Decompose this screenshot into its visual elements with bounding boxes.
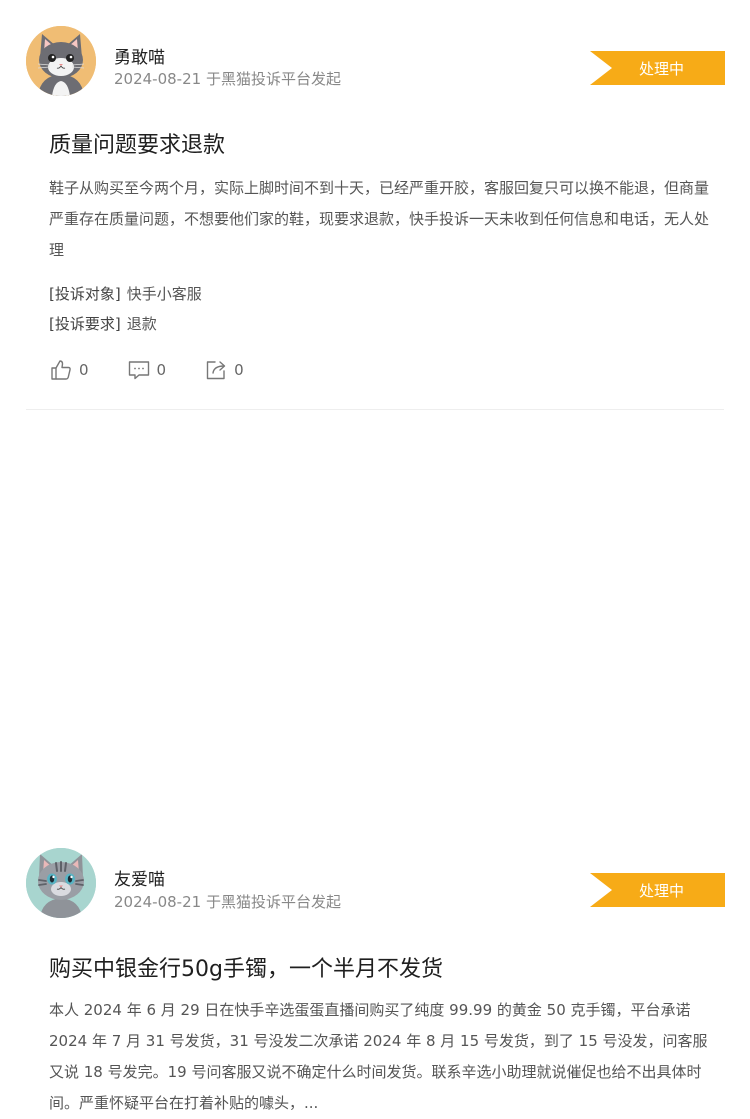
post-title[interactable]: 购买中银金行50g手镯，一个半月不发货 — [49, 951, 443, 983]
avatar[interactable] — [26, 848, 96, 918]
complaint-request-value: 退款 — [126, 315, 157, 333]
complaint-card[interactable]: 勇敢喵 2024-08-21 于黑猫投诉平台发起 处理中 质量问题要求退款 鞋子… — [0, 0, 750, 410]
post-meta: 2024-08-21 于黑猫投诉平台发起 — [114, 893, 341, 911]
complaint-request-label: [投诉要求] — [49, 315, 121, 333]
post-body[interactable]: 本人 2024 年 6 月 29 日在快手辛选蛋蛋直播间购买了纯度 99.99 … — [49, 995, 711, 1119]
status-badge: 处理中 — [590, 873, 725, 907]
complaint-card[interactable]: 友爱喵 2024-08-21 于黑猫投诉平台发起 处理中 购买中银金行50g手镯… — [0, 410, 750, 1112]
like-button[interactable]: 0 — [49, 358, 89, 382]
avatar[interactable] — [26, 26, 96, 96]
share-icon — [206, 361, 226, 380]
comment-icon — [128, 361, 149, 380]
post-title[interactable]: 质量问题要求退款 — [49, 127, 225, 159]
complaint-target-label: [投诉对象] — [49, 285, 121, 303]
post-meta: 2024-08-21 于黑猫投诉平台发起 — [114, 70, 341, 88]
complaint-details: [投诉对象] 快手小客服 [投诉要求] 退款 — [49, 279, 202, 339]
grey-tabby-cat-avatar-icon — [26, 848, 96, 918]
comment-button[interactable]: 0 — [127, 358, 167, 382]
orange-cat-avatar-icon — [26, 26, 96, 96]
share-count: 0 — [234, 361, 244, 379]
like-count: 0 — [79, 361, 89, 379]
share-button[interactable]: 0 — [204, 358, 244, 382]
complaint-target-row: [投诉对象] 快手小客服 — [49, 279, 202, 309]
complaint-target-value[interactable]: 快手小客服 — [127, 285, 202, 303]
username[interactable]: 友爱喵 — [114, 865, 165, 890]
username[interactable]: 勇敢喵 — [114, 43, 165, 68]
comment-count: 0 — [156, 361, 167, 379]
thumbs-up-icon — [51, 360, 71, 380]
status-badge: 处理中 — [590, 51, 725, 85]
complaint-request-row: [投诉要求] 退款 — [49, 309, 202, 339]
post-body[interactable]: 鞋子从购买至今两个月，实际上脚时间不到十天，已经严重开胶，客服回复只可以换不能退… — [49, 173, 711, 266]
action-bar: 0 0 0 — [49, 357, 282, 383]
